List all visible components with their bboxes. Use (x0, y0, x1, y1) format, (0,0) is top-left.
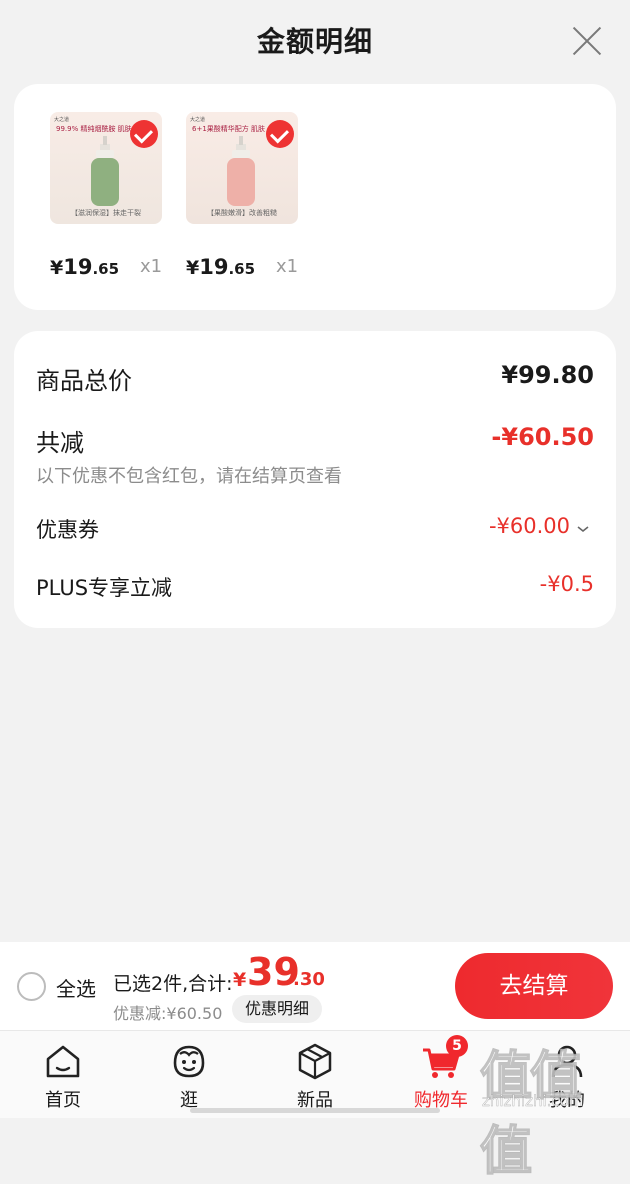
product-quantity: x1 (140, 256, 163, 277)
price-integer: 19 (199, 255, 229, 279)
plus-discount-row: PLUS专享立减 -¥0.5 (36, 572, 594, 604)
price-decimal: .65 (92, 260, 120, 278)
currency-symbol: ¥ (50, 257, 64, 279)
total-price-label: 商品总价 (36, 367, 132, 395)
tab-home[interactable]: 首页 (0, 1031, 126, 1118)
product-image-tagline: 【滋润保湿】抹走干裂 (71, 209, 141, 217)
checkout-bar: 全选 已选2件,合计: ¥ 39 .30 优惠减:¥60.50 优惠明细 去结算 (0, 942, 630, 1030)
tab-stroll[interactable]: 逛 (126, 1031, 252, 1118)
home-indicator (190, 1108, 440, 1113)
total-price-value: ¥99.80 (501, 361, 594, 389)
product-price: ¥19.65 (50, 255, 119, 279)
discount-summary: 优惠减:¥60.50 (113, 1004, 223, 1023)
checked-icon[interactable] (266, 120, 294, 148)
coupon-label: 优惠券 (36, 518, 99, 542)
price-integer: 19 (63, 255, 93, 279)
page-title: 金额明细 (256, 25, 373, 58)
checked-icon[interactable] (130, 120, 158, 148)
home-icon (46, 1045, 80, 1078)
total-reduce-row: 共减 -¥60.50 (36, 423, 594, 457)
stroll-icon (173, 1045, 205, 1078)
product-image-tagline: 【果酸嫩滑】改善粗糙 (207, 209, 277, 217)
plus-discount-value: -¥0.5 (539, 572, 594, 596)
tab-label: 首页 (45, 1090, 81, 1111)
watermark-url: zhizhizhi.com (482, 1092, 584, 1111)
product-price: ¥19.65 (186, 255, 255, 279)
new-product-icon (298, 1043, 332, 1080)
header: 金额明细 (0, 0, 630, 86)
select-all-radio[interactable] (17, 972, 46, 1001)
checkout-button[interactable]: 去结算 (455, 953, 613, 1019)
total-reduce-value: -¥60.50 (491, 423, 594, 451)
plus-discount-label: PLUS专享立减 (36, 576, 173, 600)
total-price-row: 商品总价 ¥99.80 (36, 361, 594, 395)
total-amount-integer: 39 (247, 950, 300, 994)
price-summary-card: 商品总价 ¥99.80 共减 -¥60.50 以下优惠不包含红包，请在结算页查看… (14, 331, 616, 628)
currency-symbol: ¥ (186, 257, 200, 279)
reduce-note-row: 以下优惠不包含红包，请在结算页查看 (36, 462, 594, 488)
product-image[interactable]: 大之道 6+1果酸精华配方 肌肤 【果酸嫩滑】改善粗糙 (186, 112, 298, 224)
product-quantity: x1 (276, 256, 299, 277)
total-amount-decimal: .30 (293, 969, 325, 990)
products-card: 大之道 99.9% 精纯烟酰胺 肌肤 【滋润保湿】抹走干裂 ¥19.65 x1 … (14, 84, 616, 310)
total-currency-symbol: ¥ (233, 969, 247, 991)
tab-new[interactable]: 新品 (252, 1031, 378, 1118)
watermark: 值值值 zhizhizhi.com (478, 1032, 628, 1183)
cart-count-badge: 5 (446, 1035, 468, 1057)
close-icon[interactable] (572, 26, 602, 56)
coupon-value: -¥60.00 (488, 514, 570, 538)
selected-count-text: 已选2件,合计: (113, 973, 233, 995)
reduce-note: 以下优惠不包含红包，请在结算页查看 (36, 466, 342, 487)
discount-detail-button[interactable]: 优惠明细 (232, 995, 322, 1023)
product-image[interactable]: 大之道 99.9% 精纯烟酰胺 肌肤 【滋润保湿】抹走干裂 (50, 112, 162, 224)
price-decimal: .65 (228, 260, 256, 278)
coupon-row[interactable]: 优惠券 -¥60.00 (36, 514, 594, 546)
chevron-down-icon[interactable] (576, 524, 590, 534)
select-all-label[interactable]: 全选 (56, 973, 96, 1002)
total-reduce-label: 共减 (36, 429, 84, 457)
